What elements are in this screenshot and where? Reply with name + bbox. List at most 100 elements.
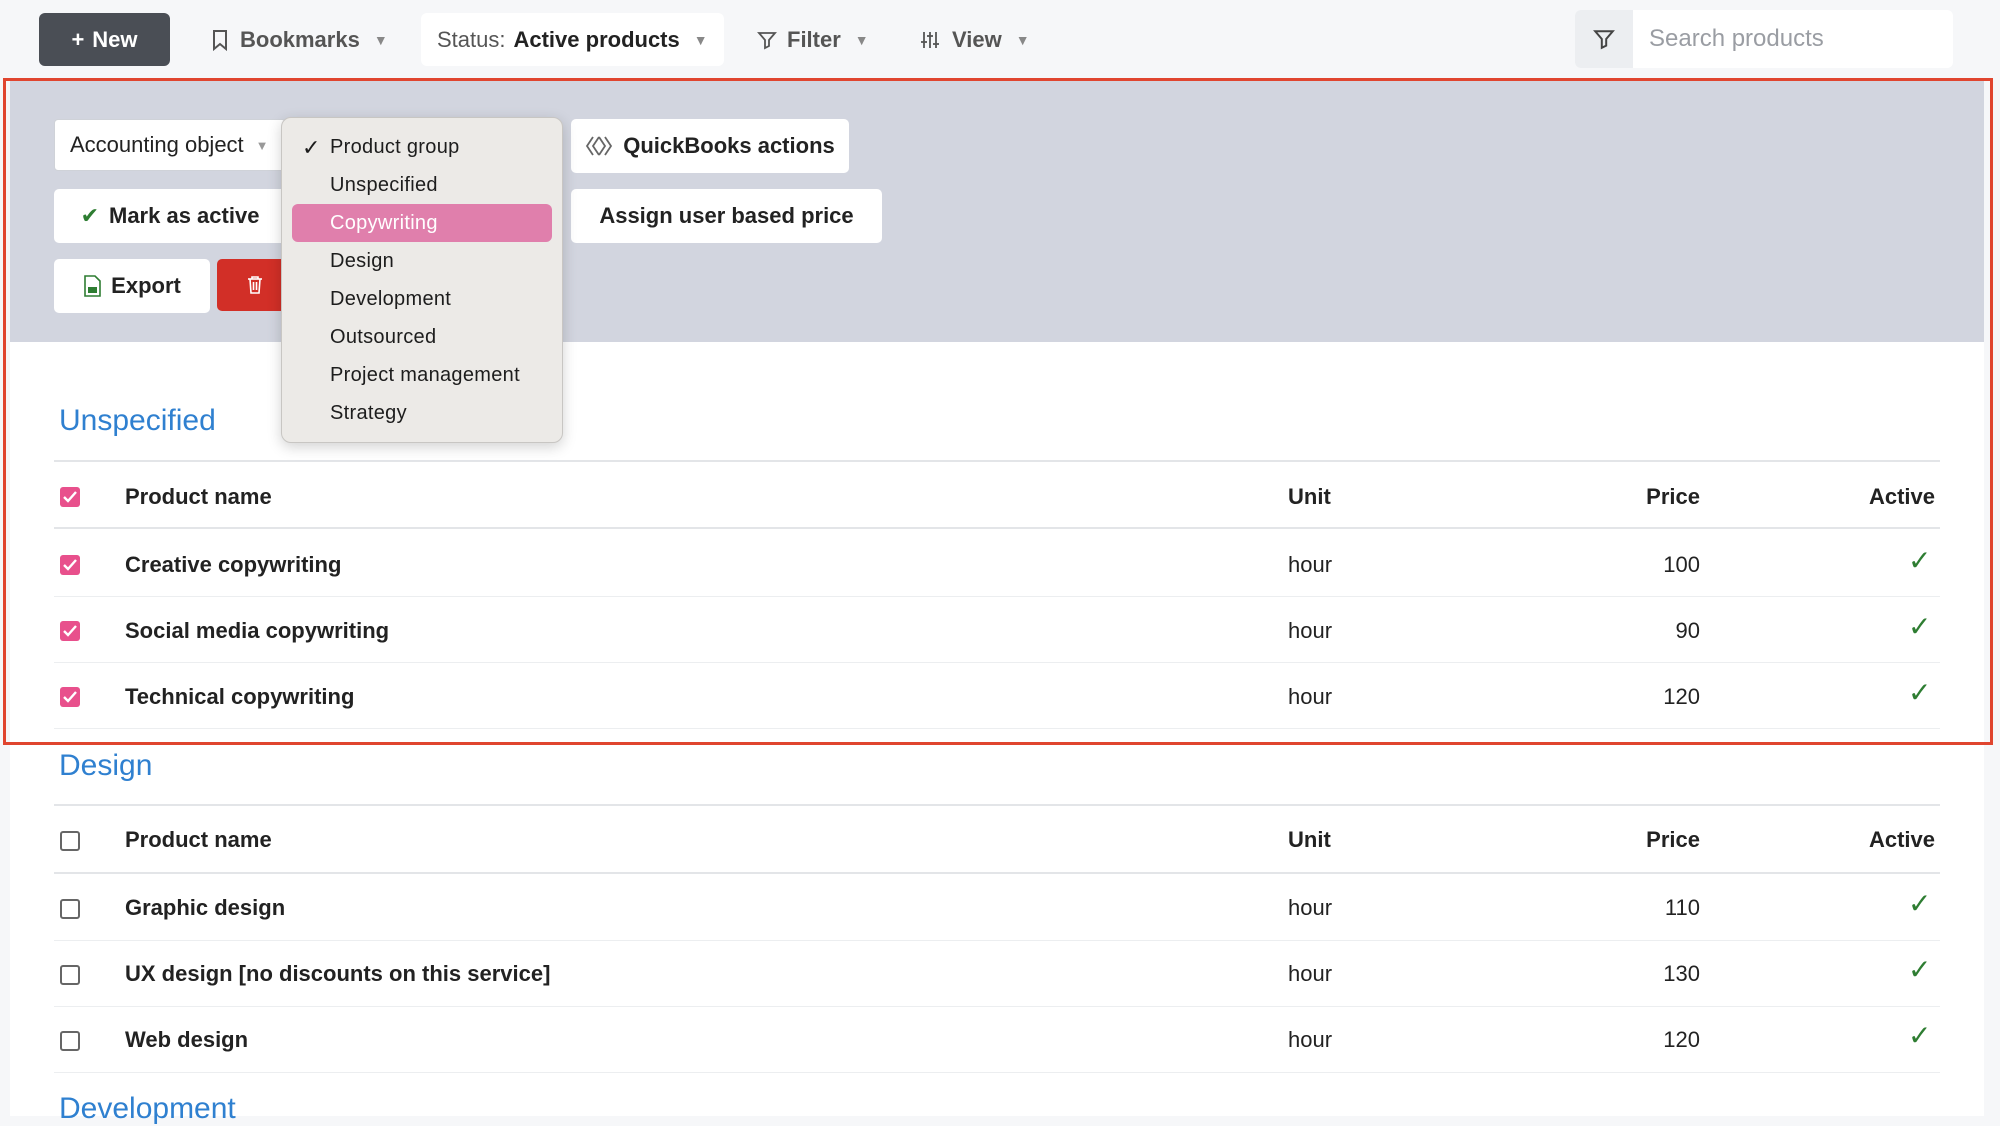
product-price: 90 bbox=[1675, 618, 1700, 643]
product-unit: hour bbox=[1288, 552, 1333, 577]
product-price: 120 bbox=[1663, 1027, 1700, 1052]
row-divider bbox=[54, 1006, 1940, 1007]
product-price: 120 bbox=[1663, 684, 1700, 709]
export-button[interactable]: Export bbox=[54, 259, 210, 313]
status-label: Status: bbox=[437, 26, 506, 52]
dropdown-item-project-management[interactable]: Project management bbox=[292, 356, 552, 394]
assign-price-label: Assign user based price bbox=[599, 203, 854, 228]
select-all-checkbox[interactable] bbox=[60, 831, 80, 851]
quickbooks-icon bbox=[585, 135, 613, 157]
divider bbox=[54, 804, 1940, 806]
column-header-name: Product name bbox=[125, 484, 272, 509]
bookmarks-label: Bookmarks bbox=[240, 26, 360, 52]
product-name[interactable]: Technical copywriting bbox=[125, 684, 354, 710]
column-header-price: Price bbox=[1646, 827, 1700, 852]
select-all-checkbox[interactable] bbox=[60, 487, 80, 507]
product-unit: hour bbox=[1288, 684, 1333, 709]
active-check-icon: ✓ bbox=[1908, 1020, 1932, 1051]
active-check-icon: ✓ bbox=[1908, 888, 1932, 919]
quickbooks-actions-button[interactable]: QuickBooks actions bbox=[571, 119, 849, 173]
chevron-down-icon: ▼ bbox=[373, 31, 388, 48]
status-value: Active products bbox=[513, 26, 680, 52]
column-header-active: Active bbox=[1868, 484, 1935, 509]
product-price: 100 bbox=[1663, 552, 1700, 577]
row-checkbox[interactable] bbox=[60, 965, 80, 985]
product-price: 110 bbox=[1664, 895, 1700, 920]
column-header-unit: Unit bbox=[1288, 484, 1331, 509]
sliders-icon bbox=[920, 30, 940, 50]
dropdown-item-label: Project management bbox=[330, 363, 520, 386]
row-divider bbox=[54, 662, 1940, 663]
new-button[interactable]: + New bbox=[39, 13, 170, 66]
product-name[interactable]: UX design [no discounts on this service] bbox=[125, 961, 550, 987]
row-checkbox[interactable] bbox=[60, 899, 80, 919]
dropdown-item-label: Outsourced bbox=[330, 325, 437, 348]
product-price: 130 bbox=[1663, 961, 1700, 986]
filter-label: Filter bbox=[787, 26, 841, 52]
group-title: Design bbox=[59, 749, 153, 782]
divider bbox=[54, 872, 1940, 874]
status-filter[interactable]: Status: Active products ▼ bbox=[421, 13, 724, 66]
product-name[interactable]: Social media copywriting bbox=[125, 618, 389, 644]
row-checkbox[interactable] bbox=[60, 555, 80, 575]
product-unit: hour bbox=[1288, 961, 1333, 986]
active-check-icon: ✓ bbox=[1908, 677, 1932, 708]
product-unit: hour bbox=[1288, 895, 1333, 920]
divider bbox=[54, 527, 1940, 529]
plus-icon: + bbox=[71, 26, 85, 52]
content-area bbox=[10, 342, 1984, 1116]
product-name[interactable]: Graphic design bbox=[125, 895, 285, 921]
active-check-icon: ✓ bbox=[1908, 954, 1932, 985]
spreadsheet-icon bbox=[83, 275, 101, 297]
view-menu[interactable]: View ▼ bbox=[920, 13, 1030, 66]
dropdown-item-label: Unspecified bbox=[330, 173, 438, 196]
dropdown-item-label: Copywriting bbox=[330, 211, 438, 234]
row-divider bbox=[54, 940, 1940, 941]
view-label: View bbox=[952, 26, 1002, 52]
dropdown-item-label: Development bbox=[330, 287, 452, 310]
active-check-icon: ✓ bbox=[1908, 611, 1932, 642]
bookmark-icon bbox=[212, 29, 228, 51]
dropdown-item-label: Strategy bbox=[330, 401, 407, 424]
filter-icon bbox=[1593, 28, 1615, 50]
dropdown-item-copywriting[interactable]: Copywriting bbox=[292, 204, 552, 242]
trash-icon bbox=[247, 275, 263, 295]
divider bbox=[54, 460, 1940, 462]
row-checkbox[interactable] bbox=[60, 621, 80, 641]
row-checkbox[interactable] bbox=[60, 1031, 80, 1051]
dropdown-item-label: Product group bbox=[330, 135, 460, 158]
checkmark-icon: ✓ bbox=[302, 135, 321, 160]
quickbooks-label: QuickBooks actions bbox=[623, 133, 835, 158]
accounting-object-select[interactable]: Accounting object ▼ bbox=[54, 119, 286, 171]
search-bar bbox=[1575, 10, 1953, 68]
search-filter-button[interactable] bbox=[1575, 10, 1633, 68]
row-divider bbox=[54, 1072, 1940, 1073]
assign-price-button[interactable]: Assign user based price bbox=[571, 189, 882, 243]
chevron-down-icon: ▼ bbox=[693, 31, 708, 48]
dropdown-item-strategy[interactable]: Strategy bbox=[292, 394, 552, 432]
dropdown-item-design[interactable]: Design bbox=[292, 242, 552, 280]
bookmarks-menu[interactable]: Bookmarks ▼ bbox=[212, 13, 388, 66]
chevron-down-icon: ▼ bbox=[854, 31, 869, 48]
mark-active-label: Mark as active bbox=[109, 203, 260, 228]
chevron-down-icon: ▼ bbox=[255, 137, 269, 153]
dropdown-item-product-group[interactable]: ✓ Product group bbox=[292, 128, 552, 166]
row-divider bbox=[54, 596, 1940, 597]
row-checkbox[interactable] bbox=[60, 687, 80, 707]
dropdown-item-label: Design bbox=[330, 249, 395, 272]
export-label: Export bbox=[111, 273, 181, 298]
filter-menu[interactable]: Filter ▼ bbox=[757, 13, 869, 66]
group-title: Unspecified bbox=[59, 404, 216, 437]
product-name[interactable]: Creative copywriting bbox=[125, 552, 341, 578]
dropdown-item-unspecified[interactable]: Unspecified bbox=[292, 166, 552, 204]
column-header-unit: Unit bbox=[1288, 827, 1331, 852]
search-input[interactable] bbox=[1633, 24, 1951, 54]
mark-as-active-button[interactable]: ✔ Mark as active bbox=[54, 189, 286, 243]
dropdown-item-outsourced[interactable]: Outsourced bbox=[292, 318, 552, 356]
product-name[interactable]: Web design bbox=[125, 1027, 248, 1053]
column-header-price: Price bbox=[1646, 484, 1700, 509]
dropdown-item-development[interactable]: Development bbox=[292, 280, 552, 318]
column-header-active: Active bbox=[1868, 827, 1935, 852]
new-button-label: New bbox=[92, 26, 138, 52]
chevron-down-icon: ▼ bbox=[1015, 31, 1030, 48]
